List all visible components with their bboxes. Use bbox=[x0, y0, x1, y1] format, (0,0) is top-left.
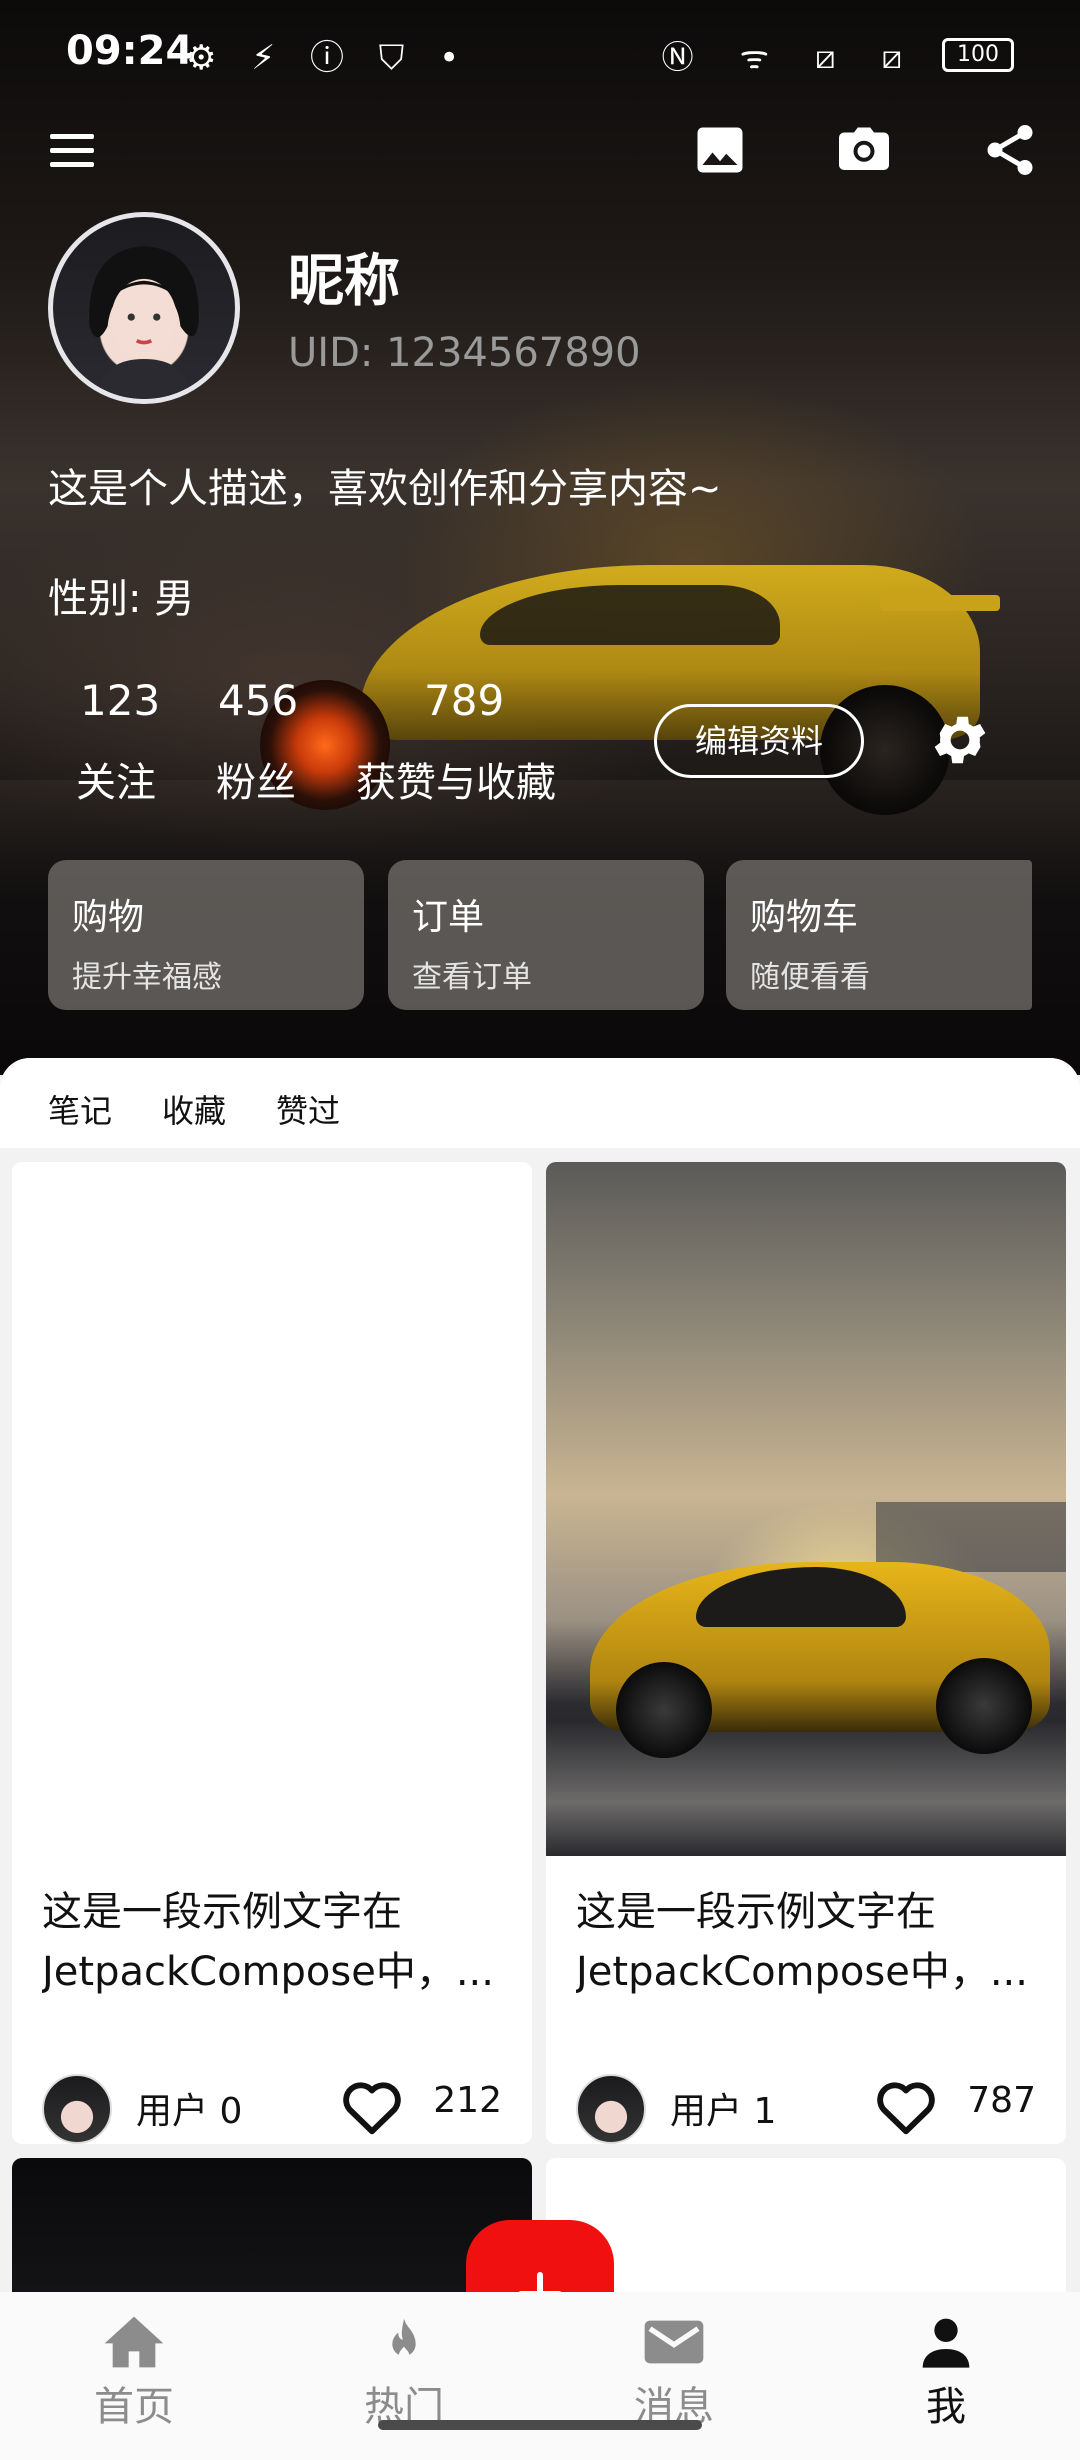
tab-favorites[interactable]: 收藏 bbox=[162, 1086, 226, 1132]
nav-home[interactable]: 首页 bbox=[44, 2306, 224, 2456]
gear-icon[interactable] bbox=[928, 708, 992, 772]
quick-card-orders[interactable]: 订单 查看订单 bbox=[388, 860, 704, 1010]
person-icon bbox=[922, 2318, 970, 2368]
likes-count[interactable]: 789 bbox=[424, 676, 504, 725]
quick-card-title: 购物车 bbox=[750, 897, 859, 938]
quick-card-shopping[interactable]: 购物 提升幸福感 bbox=[48, 860, 364, 1010]
quick-card-title: 购物 bbox=[72, 897, 145, 938]
tab-bar: 笔记 收藏 赞过 bbox=[0, 1058, 1080, 1148]
nickname: 昵称 bbox=[288, 249, 400, 314]
author-avatar[interactable] bbox=[576, 2074, 646, 2144]
author-name[interactable]: 用户 0 bbox=[136, 2082, 242, 2134]
mail-icon bbox=[644, 2320, 704, 2364]
bio: 这是个人描述，喜欢创作和分享内容~ bbox=[48, 466, 722, 512]
profile-header: 09:24 ⚙ ⚡ ⓘ ⛉ • Ⓝ ᯤ ⧄ ⧄ 100 昵称 UID: 1234… bbox=[0, 0, 1080, 1075]
followers-count[interactable]: 456 bbox=[218, 676, 298, 725]
nav-me[interactable]: 我 bbox=[856, 2306, 1036, 2456]
following-label[interactable]: 关注 bbox=[76, 750, 156, 808]
post-text-line: 这是一段示例文字在 bbox=[576, 1889, 936, 1935]
author-name[interactable]: 用户 1 bbox=[670, 2082, 776, 2134]
quick-card-subtitle: 查看订单 bbox=[412, 960, 532, 995]
image-icon[interactable] bbox=[690, 120, 750, 180]
nav-hot[interactable]: 热门 bbox=[314, 2306, 494, 2456]
background-car-spoiler bbox=[880, 595, 1000, 611]
status-bar: 09:24 ⚙ ⚡ ⓘ ⛉ • Ⓝ ᯤ ⧄ ⧄ 100 bbox=[0, 0, 1080, 110]
followers-label[interactable]: 粉丝 bbox=[216, 750, 296, 808]
battery-icon: 100 bbox=[942, 38, 1014, 72]
home-indicator[interactable] bbox=[378, 2420, 702, 2430]
post-image bbox=[12, 1162, 532, 1856]
quick-card-subtitle: 随便看看 bbox=[750, 960, 870, 995]
nav-messages[interactable]: 消息 bbox=[584, 2306, 764, 2456]
like-count: 212 bbox=[433, 2080, 502, 2121]
status-system-icons: Ⓝ ᯤ ⧄ ⧄ bbox=[661, 38, 920, 76]
quick-card-title: 订单 bbox=[412, 897, 485, 938]
heart-icon[interactable] bbox=[874, 2076, 938, 2136]
post-text-line: JetpackCompose中，... bbox=[576, 1949, 1028, 1995]
likes-label[interactable]: 获赞与收藏 bbox=[356, 750, 556, 808]
post-text: 这是一段示例文字在 JetpackCompose中，... bbox=[576, 1882, 1046, 2002]
post-text: 这是一段示例文字在 JetpackCompose中，... bbox=[42, 1882, 512, 2002]
menu-icon[interactable] bbox=[42, 120, 102, 180]
post-card[interactable]: 这是一段示例文字在 JetpackCompose中，... 用户 1 787 bbox=[546, 1162, 1066, 2144]
status-time: 09:24 bbox=[66, 28, 194, 74]
post-card[interactable]: 这是一段示例文字在 JetpackCompose中，... 用户 0 212 bbox=[12, 1162, 532, 2144]
post-image bbox=[546, 1162, 1066, 1856]
nav-label: 我 bbox=[926, 2384, 966, 2430]
user-id: UID: 1234567890 bbox=[288, 330, 641, 376]
author-avatar[interactable] bbox=[42, 2074, 112, 2144]
like-count: 787 bbox=[967, 2080, 1036, 2121]
heart-icon[interactable] bbox=[340, 2076, 404, 2136]
status-notification-icons: ⚙ ⚡ ⓘ ⛉ • bbox=[186, 38, 472, 78]
following-count[interactable]: 123 bbox=[80, 676, 160, 725]
edit-profile-button[interactable]: 编辑资料 bbox=[654, 704, 864, 778]
quick-card-cart[interactable]: 购物车 随便看看 bbox=[726, 860, 1032, 1010]
post-text-line: JetpackCompose中，... bbox=[42, 1949, 494, 1995]
profile-avatar[interactable] bbox=[48, 212, 240, 404]
share-icon[interactable] bbox=[980, 120, 1040, 180]
tab-liked[interactable]: 赞过 bbox=[276, 1086, 340, 1132]
home-icon bbox=[104, 2316, 164, 2368]
tab-notes[interactable]: 笔记 bbox=[48, 1086, 112, 1132]
gender: 性别: 男 bbox=[48, 576, 195, 622]
nav-label: 首页 bbox=[94, 2384, 174, 2430]
flame-icon bbox=[392, 2318, 416, 2361]
post-text-line: 这是一段示例文字在 bbox=[42, 1889, 402, 1935]
quick-card-subtitle: 提升幸福感 bbox=[72, 960, 222, 995]
bottom-nav: 首页 热门 消息 我 bbox=[0, 2292, 1080, 2460]
camera-icon[interactable] bbox=[834, 120, 894, 180]
